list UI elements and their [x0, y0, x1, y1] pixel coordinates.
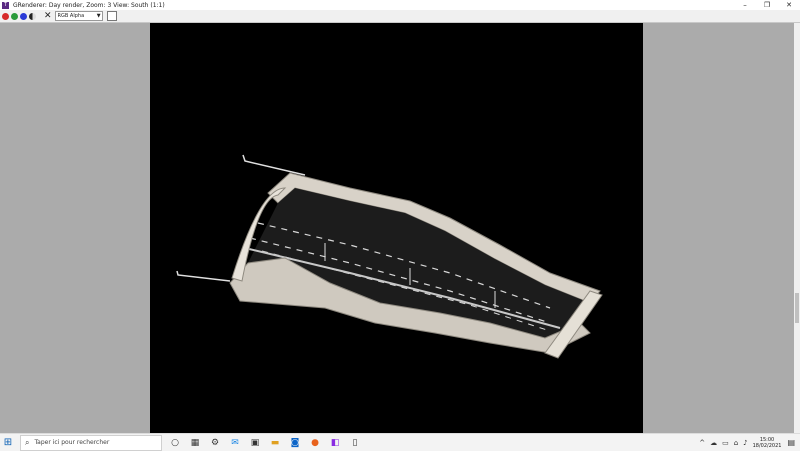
cloud-icon[interactable]: ☁	[710, 439, 717, 447]
clock-date: 18/02/2021	[752, 442, 782, 449]
window-controls: – ❐ ✕	[734, 0, 800, 10]
system-tray: ^ ☁ ▭ ⌂ ♪ 15:00 18/02/2021 ▤	[699, 434, 800, 451]
search-placeholder: Taper ici pour rechercher	[34, 439, 110, 446]
window-title: GRenderer: Day render, Zoom: 3 View: Sou…	[13, 1, 165, 9]
guardrail	[176, 270, 231, 282]
restore-button[interactable]: ❐	[756, 0, 778, 10]
close-button[interactable]: ✕	[778, 0, 800, 10]
blue-channel-button[interactable]	[20, 12, 27, 20]
settings-icon[interactable]: ⚙	[208, 436, 222, 450]
app-logo-icon: T	[2, 1, 9, 9]
firefox-icon[interactable]: ●	[308, 436, 322, 450]
guardrail	[242, 154, 306, 176]
tunnel-render	[176, 154, 603, 359]
taskbar: ⊞ ⌕ Taper ici pour rechercher ○ ▦ ⚙ ✉ ▣ …	[0, 433, 800, 451]
render-viewport[interactable]	[150, 23, 643, 433]
task-view-icon[interactable]: ○	[168, 436, 182, 450]
minimize-button[interactable]: –	[734, 0, 756, 10]
vertical-scrollbar[interactable]	[794, 23, 800, 433]
notepad-icon[interactable]: ▯	[348, 436, 362, 450]
green-channel-button[interactable]	[11, 12, 18, 20]
visual-studio-icon[interactable]: ◧	[328, 436, 342, 450]
clock[interactable]: 15:00 18/02/2021	[753, 437, 782, 449]
network-icon[interactable]: ⌂	[734, 439, 738, 447]
toolbar: ✕ RGB Alpha ▼	[0, 10, 800, 23]
photos-icon[interactable]: ▣	[248, 436, 262, 450]
start-button[interactable]: ⊞	[0, 437, 16, 448]
file-explorer-icon[interactable]: ▬	[268, 436, 282, 450]
background-color-swatch[interactable]	[106, 11, 117, 21]
notification-icon[interactable]: ▤	[787, 438, 795, 447]
volume-icon[interactable]: ♪	[743, 439, 747, 447]
channel-select[interactable]: RGB Alpha ▼	[54, 11, 103, 21]
alpha-channel-button[interactable]	[29, 12, 36, 20]
title-bar: T GRenderer: Day render, Zoom: 3 View: S…	[0, 0, 800, 10]
chevron-up-icon[interactable]: ^	[699, 439, 705, 447]
channel-select-value: RGB Alpha	[57, 13, 85, 19]
scrollbar-thumb[interactable]	[795, 293, 799, 323]
search-icon: ⌕	[25, 437, 30, 447]
red-channel-button[interactable]	[2, 12, 9, 20]
chevron-down-icon: ▼	[96, 13, 101, 19]
battery-icon[interactable]: ▭	[722, 439, 729, 447]
reset-icon[interactable]: ✕	[44, 11, 52, 21]
taskbar-search[interactable]: ⌕ Taper ici pour rechercher	[20, 434, 162, 451]
outlook-icon[interactable]: ◙	[288, 436, 302, 450]
widgets-icon[interactable]: ▦	[188, 436, 202, 450]
mail-icon[interactable]: ✉	[228, 436, 242, 450]
